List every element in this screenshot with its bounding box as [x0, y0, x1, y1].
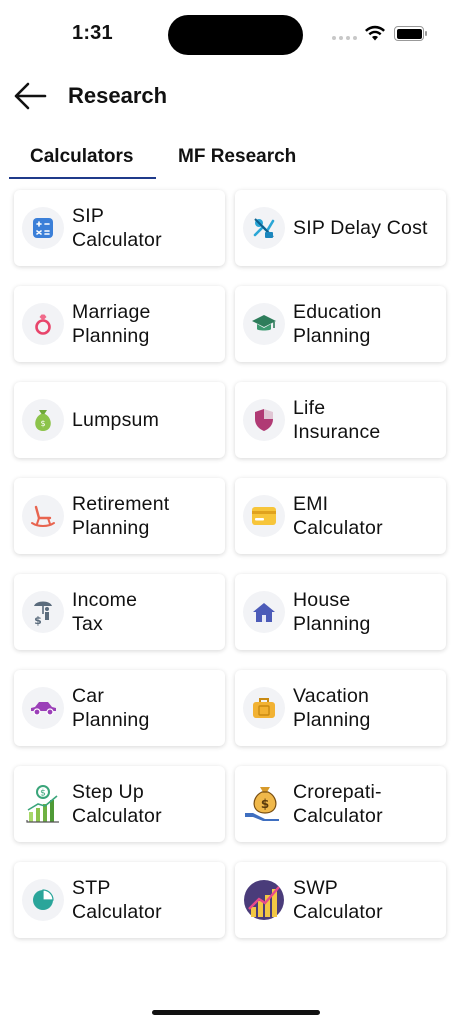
active-tab-indicator [9, 177, 156, 179]
status-bar: 1:31 [0, 0, 471, 70]
status-time: 1:31 [72, 22, 113, 44]
card-step-up-calculator[interactable]: $ Step Up Calculator [14, 766, 225, 842]
card-label: Life Insurance [293, 397, 381, 443]
wifi-icon [365, 25, 385, 41]
money-bag-hand-icon: $ [243, 783, 285, 825]
card-retirement-planning[interactable]: Retirement Planning [14, 478, 225, 554]
card-icon [243, 495, 285, 537]
card-label: EMI Calculator [293, 493, 383, 539]
header: Research [0, 76, 471, 116]
card-life-insurance[interactable]: Life Insurance [235, 382, 446, 458]
card-label: Marriage Planning [72, 301, 151, 347]
page-title: Research [68, 83, 168, 108]
card-label: SIP Delay Cost [293, 217, 428, 239]
card-label: House Planning [293, 589, 371, 635]
tab-mf-research[interactable]: MF Research [178, 146, 296, 168]
card-label: Car Planning [72, 685, 150, 731]
card-label: SIP Calculator [72, 205, 162, 251]
pie-chart-icon [22, 879, 64, 921]
money-bag-icon: $ [22, 399, 64, 441]
battery-icon [394, 26, 424, 41]
card-car-planning[interactable]: Car Planning [14, 670, 225, 746]
growth-chart-icon: $ [22, 783, 64, 825]
suitcase-icon [243, 687, 285, 729]
card-sip-delay-cost[interactable]: SIP Delay Cost [235, 190, 446, 266]
card-label: Income Tax [72, 589, 138, 635]
card-label: Crorepati- Calculator [293, 781, 383, 827]
tax-umbrella-icon: $ [22, 591, 64, 633]
card-stp-calculator[interactable]: STP Calculator [14, 862, 225, 938]
calculator-icon [22, 207, 64, 249]
delay-cost-icon [243, 207, 285, 249]
card-label: Lumpsum [72, 409, 160, 431]
tab-bar: Calculators MF Research [0, 140, 471, 182]
card-vacation-planning[interactable]: Vacation Planning [235, 670, 446, 746]
dynamic-island [168, 15, 303, 55]
card-emi-calculator[interactable]: EMI Calculator [235, 478, 446, 554]
shield-icon [243, 399, 285, 441]
card-income-tax[interactable]: $ Income Tax [14, 574, 225, 650]
card-sip-calculator[interactable]: SIP Calculator [14, 190, 225, 266]
tab-calculators[interactable]: Calculators [30, 146, 133, 168]
card-label: SWP Calculator [293, 877, 383, 923]
card-swp-calculator[interactable]: SWP Calculator [235, 862, 446, 938]
svg-text:$: $ [40, 789, 46, 799]
signal-icon [332, 36, 357, 40]
card-lumpsum[interactable]: $ Lumpsum [14, 382, 225, 458]
card-label: Education Planning [293, 301, 382, 347]
house-icon [243, 591, 285, 633]
svg-text:$: $ [261, 797, 269, 811]
card-crorepati-calculator[interactable]: $ Crorepati- Calculator [235, 766, 446, 842]
car-icon [22, 687, 64, 729]
graduation-cap-icon [243, 303, 285, 345]
ring-icon [22, 303, 64, 345]
swp-chart-icon [243, 879, 285, 921]
svg-text:$: $ [34, 614, 42, 626]
back-arrow-icon[interactable] [12, 80, 48, 112]
card-marriage-planning[interactable]: Marriage Planning [14, 286, 225, 362]
home-indicator [152, 1010, 320, 1015]
card-label: STP Calculator [72, 877, 162, 923]
svg-text:$: $ [40, 419, 45, 428]
battery-cap [425, 31, 427, 36]
card-house-planning[interactable]: House Planning [235, 574, 446, 650]
card-label: Step Up Calculator [72, 781, 162, 827]
card-label: Retirement Planning [72, 493, 170, 539]
card-education-planning[interactable]: Education Planning [235, 286, 446, 362]
card-label: Vacation Planning [293, 685, 371, 731]
rocking-chair-icon [22, 495, 64, 537]
